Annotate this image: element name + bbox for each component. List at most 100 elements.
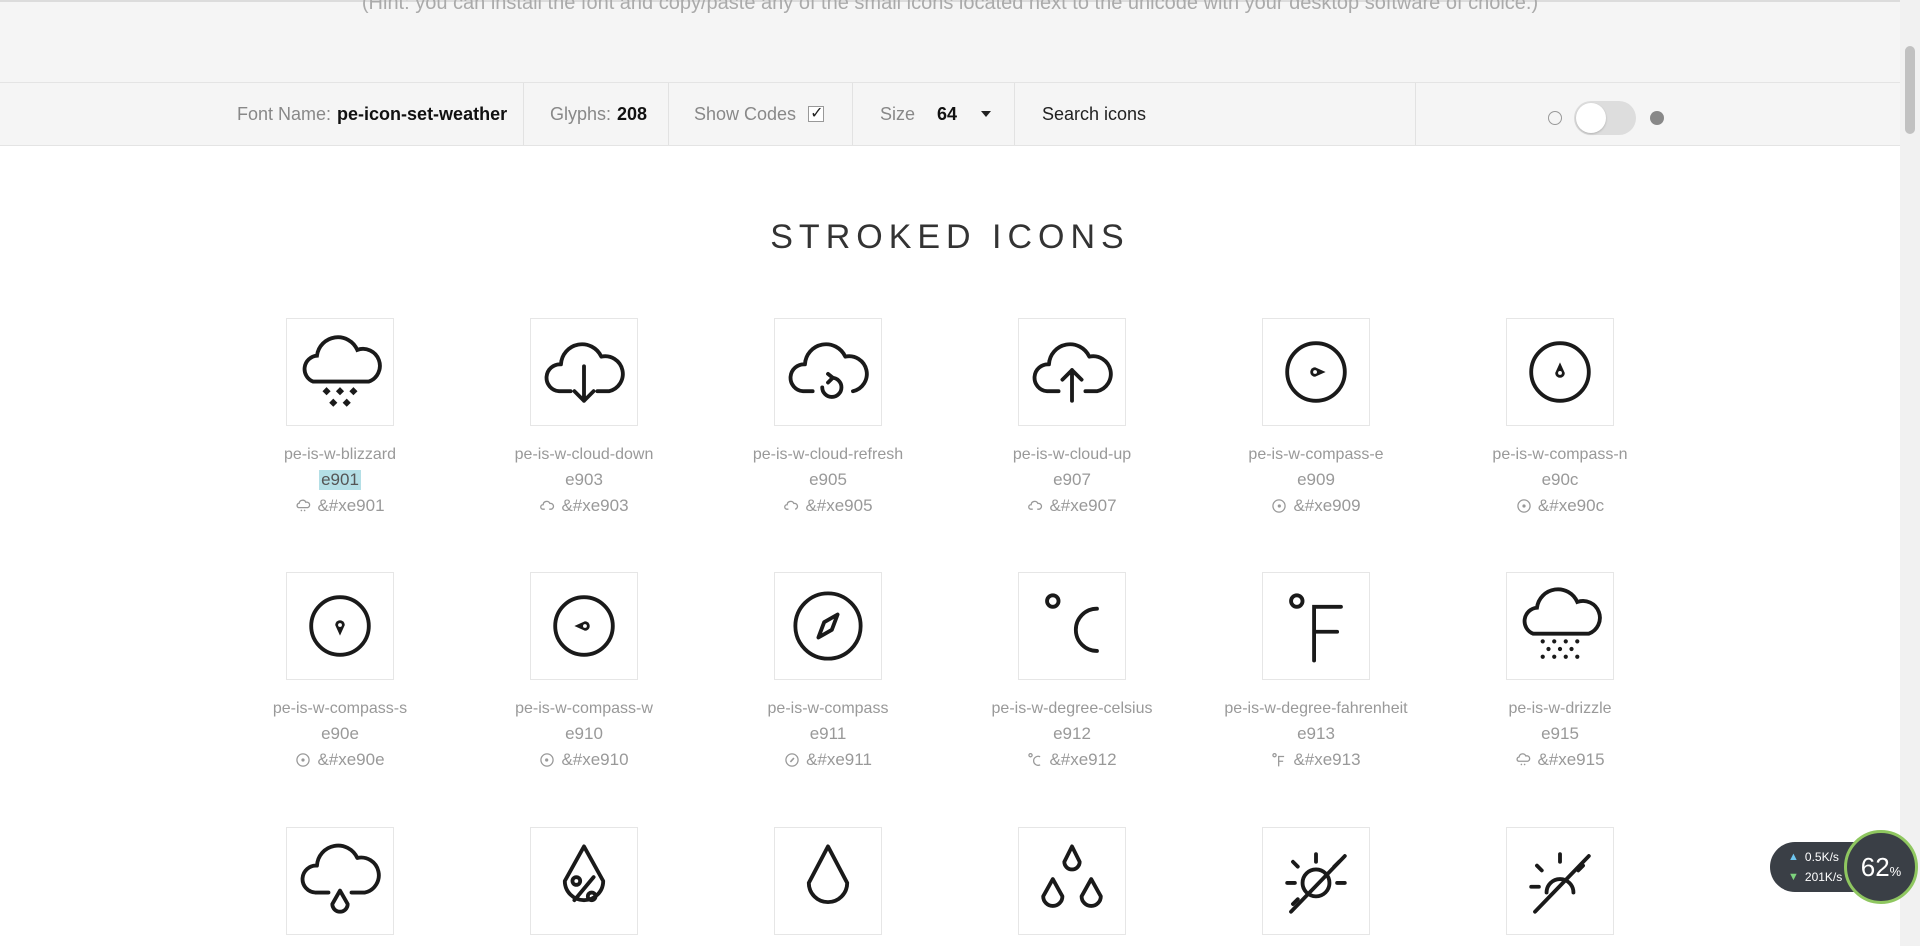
- icon-entity: &#xe905: [728, 496, 928, 516]
- icon-name: pe-is-w-cloud-refresh: [752, 446, 904, 463]
- icon-card[interactable]: [1216, 827, 1416, 935]
- icon-card[interactable]: pe-is-w-compass-s e90e &#xe90e: [240, 572, 440, 770]
- icon-preview[interactable]: [774, 318, 882, 426]
- usage-percent-sign: %: [1889, 863, 1902, 879]
- icon-preview[interactable]: [286, 572, 394, 680]
- cloud-up-icon: [1032, 342, 1113, 403]
- icon-entity: &#xe90e: [240, 750, 440, 770]
- compass-w-icon: [540, 753, 555, 767]
- icon-preview[interactable]: [1018, 318, 1126, 426]
- compass-e-icon: [1272, 499, 1287, 513]
- icon-preview[interactable]: [774, 827, 882, 935]
- icon-preview[interactable]: [1262, 318, 1370, 426]
- drizzle-icon: [1516, 753, 1531, 766]
- icon-card[interactable]: pe-is-w-cloud-refresh e905 &#xe905: [728, 318, 928, 516]
- icon-entity: &#xe911: [728, 750, 928, 770]
- upload-arrow-icon: ▲: [1788, 851, 1799, 863]
- icon-card[interactable]: pe-is-w-compass-e e909 &#xe909: [1216, 318, 1416, 516]
- icon-card[interactable]: [1460, 827, 1660, 935]
- icon-preview[interactable]: [286, 318, 394, 426]
- icon-name: pe-is-w-degree-celsius: [991, 700, 1153, 717]
- compass-n-icon: [1517, 499, 1531, 513]
- download-arrow-icon: ▼: [1788, 871, 1799, 883]
- icon-card[interactable]: [484, 827, 684, 935]
- blizzard-icon: [296, 499, 311, 512]
- scrollbar[interactable]: [1900, 0, 1920, 946]
- degree-fahrenheit-icon: [1289, 593, 1343, 663]
- compass-s-icon: [296, 753, 311, 767]
- icon-entity: &#xe912: [972, 750, 1172, 770]
- icon-code[interactable]: e915: [1460, 724, 1660, 744]
- icon-preview[interactable]: [530, 318, 638, 426]
- icon-name: pe-is-w-cloud-down: [514, 446, 654, 463]
- icon-card[interactable]: [240, 827, 440, 935]
- icon-card[interactable]: pe-is-w-blizzard e901 &#xe901: [240, 318, 440, 516]
- icon-entity-text: &#xe911: [806, 750, 872, 769]
- icon-entity-text: &#xe912: [1049, 750, 1117, 769]
- icon-entity: &#xe909: [1216, 496, 1416, 516]
- icon-entity: &#xe90c: [1460, 496, 1660, 516]
- icon-card[interactable]: pe-is-w-compass-n e90c &#xe90c: [1460, 318, 1660, 516]
- icon-preview[interactable]: [774, 572, 882, 680]
- compass-s-icon: [309, 595, 371, 657]
- icon-preview[interactable]: [530, 827, 638, 935]
- icon-entity: &#xe915: [1460, 750, 1660, 770]
- icon-preview[interactable]: [1506, 827, 1614, 935]
- icon-preview[interactable]: [1262, 827, 1370, 935]
- icon-code[interactable]: e90c: [1460, 470, 1660, 490]
- sun-off-icon: [1285, 852, 1347, 914]
- icon-code[interactable]: e905: [728, 470, 928, 490]
- compass-w-icon: [553, 595, 615, 657]
- icon-code[interactable]: e913: [1216, 724, 1416, 744]
- icon-code[interactable]: e901: [319, 470, 361, 490]
- icon-code[interactable]: e910: [484, 724, 684, 744]
- usage-percent: 62: [1860, 851, 1890, 882]
- icon-preview[interactable]: [1018, 572, 1126, 680]
- degree-celsius-icon: [1028, 752, 1041, 766]
- icon-code[interactable]: e911: [728, 724, 928, 744]
- icon-code[interactable]: e909: [1216, 470, 1416, 490]
- icon-entity-text: &#xe901: [317, 496, 385, 515]
- icon-code[interactable]: e912: [972, 724, 1172, 744]
- icon-code[interactable]: e903: [484, 470, 684, 490]
- scrollbar-thumb[interactable]: [1905, 46, 1915, 134]
- icon-card[interactable]: pe-is-w-degree-fahrenheit e913 &#xe913: [1216, 572, 1416, 770]
- icon-code[interactable]: e907: [972, 470, 1172, 490]
- icon-name: pe-is-w-compass-e: [1248, 446, 1384, 463]
- icon-code[interactable]: e90e: [240, 724, 440, 744]
- degree-fahrenheit-icon: [1272, 752, 1285, 767]
- blizzard-icon: [302, 335, 382, 407]
- icon-name: pe-is-w-compass-s: [272, 700, 408, 717]
- usage-gauge[interactable]: 62%: [1844, 830, 1918, 904]
- icon-preview[interactable]: [530, 572, 638, 680]
- icon-entity-text: &#xe909: [1293, 496, 1361, 515]
- icon-preview[interactable]: [1506, 318, 1614, 426]
- icon-preview[interactable]: [1018, 827, 1126, 935]
- compass-icon: [785, 753, 799, 767]
- icon-entity-text: &#xe907: [1049, 496, 1117, 515]
- icon-entity-text: &#xe903: [561, 496, 629, 515]
- cloud-drop-icon: [300, 843, 381, 914]
- icon-card[interactable]: [972, 827, 1172, 935]
- icon-name: pe-is-w-drizzle: [1508, 700, 1612, 717]
- upload-speed: 0.5K/s: [1804, 850, 1839, 864]
- degree-celsius-icon: [1045, 593, 1099, 653]
- icon-preview[interactable]: [286, 827, 394, 935]
- icon-entity-text: &#xe910: [561, 750, 629, 769]
- icon-name: pe-is-w-blizzard: [283, 446, 397, 463]
- icon-card[interactable]: pe-is-w-compass-w e910 &#xe910: [484, 572, 684, 770]
- icon-card[interactable]: pe-is-w-drizzle e915 &#xe915: [1460, 572, 1660, 770]
- cloud-down-icon: [544, 342, 625, 403]
- icon-card[interactable]: pe-is-w-cloud-up e907 &#xe907: [972, 318, 1172, 516]
- cloud-down-icon: [540, 500, 555, 510]
- icon-entity: &#xe907: [972, 496, 1172, 516]
- icon-name: pe-is-w-compass: [767, 700, 889, 717]
- icon-entity: &#xe903: [484, 496, 684, 516]
- icon-preview[interactable]: [1506, 572, 1614, 680]
- icon-preview[interactable]: [1262, 572, 1370, 680]
- icon-card[interactable]: pe-is-w-compass e911 &#xe911: [728, 572, 928, 770]
- icon-card[interactable]: pe-is-w-cloud-down e903 &#xe903: [484, 318, 684, 516]
- icon-entity-text: &#xe913: [1293, 750, 1361, 769]
- icon-card[interactable]: pe-is-w-degree-celsius e912 &#xe912: [972, 572, 1172, 770]
- icon-card[interactable]: [728, 827, 928, 935]
